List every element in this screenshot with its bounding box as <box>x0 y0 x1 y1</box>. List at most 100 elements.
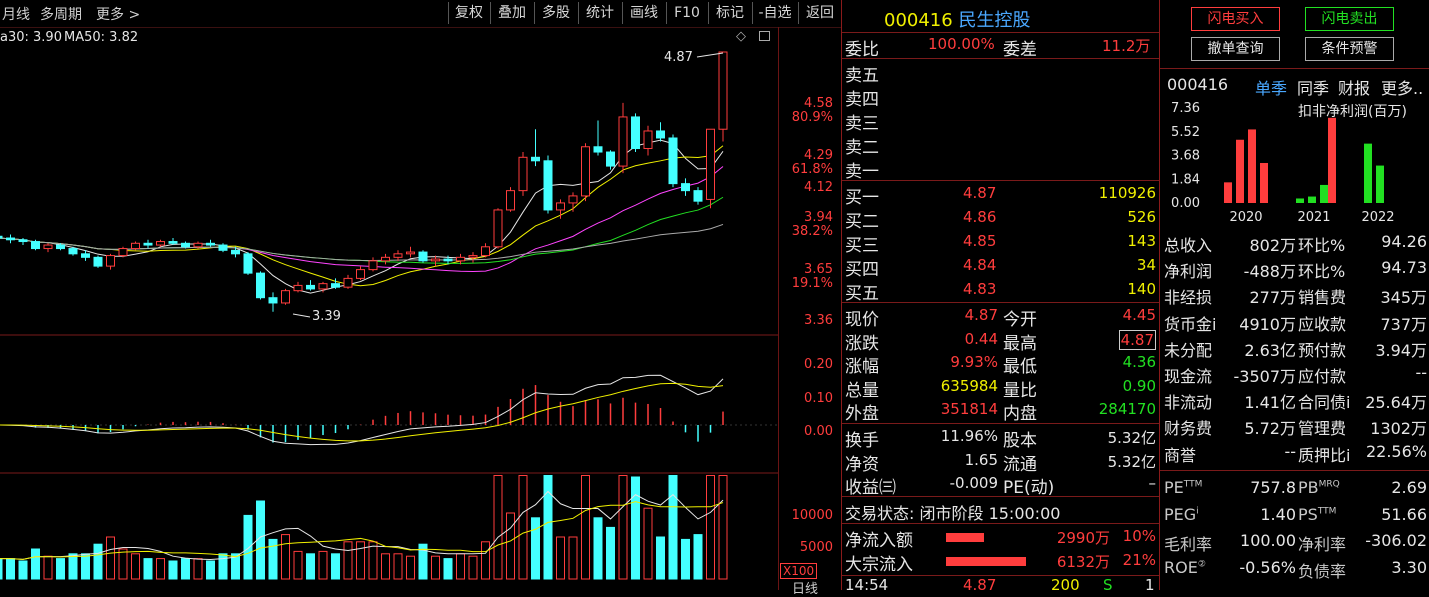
weicha-label: 委差 <box>1003 40 1037 60</box>
fin-value: 3.94万 <box>1375 340 1427 360</box>
candle <box>681 183 690 192</box>
volume-bar <box>43 555 53 580</box>
fin-label: 应收款 <box>1298 314 1347 334</box>
volume-bar <box>343 541 353 580</box>
profit-year-label: 2021 <box>1297 210 1330 225</box>
volume-bar <box>0 558 3 580</box>
volume-bar <box>581 475 590 580</box>
mark-button[interactable]: 标记 <box>708 2 751 24</box>
flow-label: 大宗流入 <box>845 555 913 575</box>
price-axis-label: 19.1% <box>791 276 833 291</box>
candle <box>268 297 278 304</box>
tab-monthly[interactable]: 月线 <box>2 4 30 24</box>
candle <box>706 128 715 200</box>
val-value: 1.40 <box>1260 504 1296 524</box>
tab-more[interactable]: 更多 > <box>96 4 140 24</box>
tab-more-fin[interactable]: 更多.. <box>1381 75 1423 99</box>
buy-level-volume: 110926 <box>1098 184 1156 202</box>
stat-value: 0.44 <box>964 329 998 348</box>
profit-axis-label: 5.52 <box>1171 125 1200 140</box>
candle <box>456 256 465 262</box>
volume-bar <box>531 517 540 580</box>
draw-line-button[interactable]: 画线 <box>622 2 665 24</box>
stat-label: 今开 <box>1003 310 1037 330</box>
sell-level-label: 卖一 <box>845 162 879 182</box>
fin-label: 非流动 <box>1164 393 1213 413</box>
val-label: PETTM <box>1164 478 1203 497</box>
volume-bar <box>118 548 128 580</box>
fin-value: 5.72万 <box>1244 419 1296 439</box>
candle <box>6 237 15 241</box>
candle <box>593 146 603 153</box>
volume-bar <box>643 507 653 580</box>
volume-bar <box>331 553 340 580</box>
candle <box>106 255 115 267</box>
val-label: 净利率 <box>1298 535 1347 554</box>
profit-bar <box>1376 165 1384 203</box>
volume-bar <box>206 560 215 580</box>
profit-axis-label: 0.00 <box>1171 196 1200 211</box>
candle <box>468 255 478 258</box>
tab-report[interactable]: 财报 <box>1338 75 1370 99</box>
profit-bar <box>1296 198 1304 203</box>
fin-label: 环比% <box>1298 262 1346 282</box>
stat-label: 最低 <box>1003 357 1037 377</box>
statistics-button[interactable]: 统计 <box>578 2 621 24</box>
profit-axis-label: 7.36 <box>1171 101 1200 116</box>
val-label: PSTTM <box>1298 504 1337 524</box>
overlay-button[interactable]: 叠加 <box>490 2 533 24</box>
volume-bar <box>381 553 390 580</box>
flash-sell-button[interactable]: 闪电卖出 <box>1305 7 1394 31</box>
high-price-mark: 4.87 <box>664 50 693 65</box>
multi-stock-button[interactable]: 多股 <box>534 2 577 24</box>
volume-bar <box>668 475 678 580</box>
weicha-value: 11.2万 <box>1102 37 1151 55</box>
volume-bar <box>68 553 78 580</box>
flash-buy-button[interactable]: 闪电买入 <box>1191 7 1280 31</box>
flow-bar <box>946 533 984 542</box>
candle <box>356 269 365 279</box>
f10-button[interactable]: F10 <box>666 2 707 24</box>
cancel-query-button[interactable]: 撤单查询 <box>1191 37 1280 61</box>
val-value: 3.30 <box>1391 557 1427 577</box>
val-value: -306.02 <box>1365 531 1427 550</box>
flow-bar <box>946 557 1026 566</box>
volume-bar <box>6 558 15 580</box>
tab-multi-period[interactable]: 多周期 <box>40 4 82 24</box>
tab-same-quarter[interactable]: 同季 <box>1297 75 1329 99</box>
fin-label: 应付款 <box>1298 367 1347 386</box>
candle <box>93 256 103 267</box>
profit-year-label: 2020 <box>1229 210 1262 225</box>
stock-code: 000416 <box>884 10 953 31</box>
condition-alert-button[interactable]: 条件预警 <box>1305 37 1394 61</box>
flow-value: 6132万 <box>1056 553 1110 571</box>
candle <box>243 253 253 274</box>
buy-level-volume: 34 <box>1136 256 1156 274</box>
back-button[interactable]: 返回 <box>798 2 841 24</box>
volume-bar <box>293 550 303 580</box>
volume-bar <box>31 548 40 580</box>
stat-value: 4.87 <box>1118 329 1156 350</box>
macd-line <box>0 382 724 442</box>
candle <box>18 239 28 243</box>
candle <box>581 146 590 197</box>
fin-value: 345万 <box>1380 288 1427 308</box>
volume-bar <box>193 558 203 580</box>
fin-value: 802万 <box>1249 236 1296 255</box>
stat2-label: 流通 <box>1003 454 1037 475</box>
price-chart[interactable] <box>0 27 841 590</box>
price-axis-label: 3.65 <box>804 262 833 277</box>
fin-label: 净利润 <box>1164 262 1213 282</box>
val-value: 100.00 <box>1240 531 1296 550</box>
buy-level-label: 买四 <box>845 260 879 280</box>
candle <box>256 272 265 299</box>
candle <box>306 284 315 290</box>
stat2-label: 收益㈢ <box>845 478 896 498</box>
watchlist-button[interactable]: -自选 <box>752 2 797 24</box>
tab-quarter[interactable]: 单季 <box>1255 75 1287 99</box>
fin-value: 737万 <box>1380 314 1427 334</box>
stat-label: 量比 <box>1003 380 1037 401</box>
restore-rights-button[interactable]: 复权 <box>448 2 489 24</box>
stat2-value: 5.32亿 <box>1107 429 1156 447</box>
volume-bar <box>631 476 640 580</box>
